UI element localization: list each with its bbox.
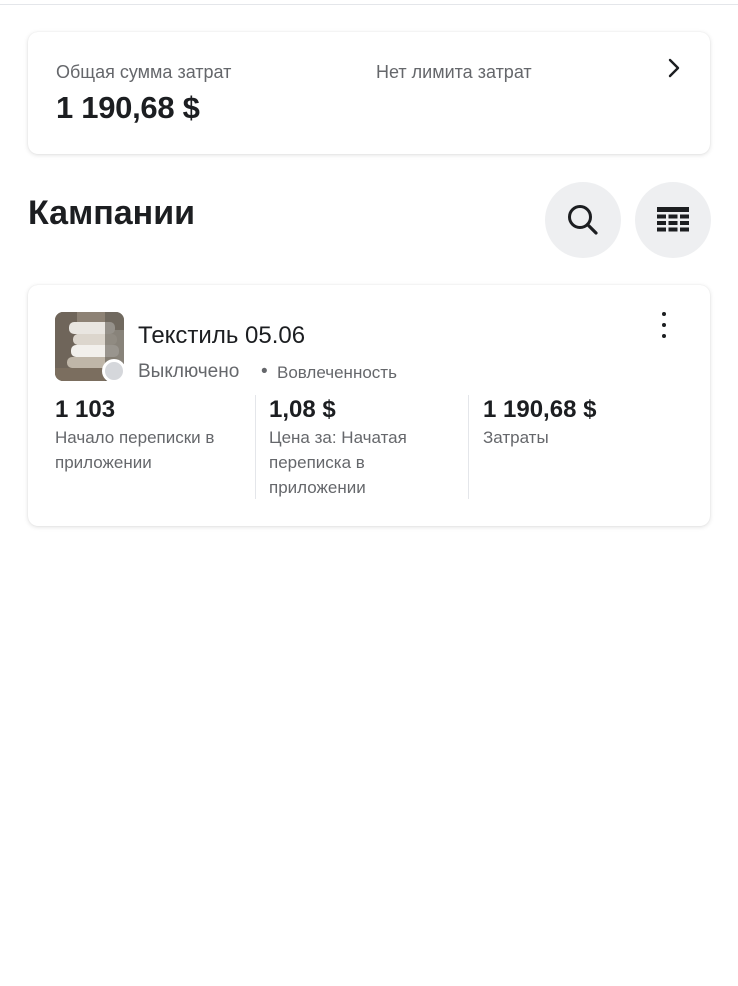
metric-value: 1 190,68 $ [483,396,597,423]
search-icon [568,205,598,235]
campaign-card[interactable]: Текстиль 05.06 Выключено • Вовлеченность… [28,285,710,526]
metric-divider [468,395,469,499]
search-button[interactable] [545,182,621,258]
metric-label: Цена за: Начатая переписка в приложении [269,428,407,497]
metric-value: 1,08 $ [269,396,336,423]
more-options-icon[interactable] [654,312,674,338]
spend-summary-card[interactable]: Общая сумма затрат 1 190,68 $ Нет лимита… [28,32,710,154]
total-spend-label: Общая сумма затрат [56,62,232,82]
metric-label: Затраты [483,428,549,447]
metric-value: 1 103 [55,396,116,423]
campaign-objective: Вовлеченность [277,363,397,382]
campaign-name[interactable]: Текстиль 05.06 [138,322,305,350]
metric-conversations: 1 103 Начало переписки в приложении [55,395,251,475]
status-indicator [102,359,126,383]
metric-divider [255,395,256,499]
chevron-right-icon[interactable] [666,58,682,78]
top-divider [0,0,738,5]
table-icon [657,207,689,232]
spend-limit-label: Нет лимита затрат [376,62,532,82]
campaign-status: Выключено [138,361,240,382]
columns-table-button[interactable] [635,182,711,258]
metric-spend: 1 190,68 $ Затраты [483,395,679,450]
status-separator: • [261,361,268,382]
metric-cost-per-result: 1,08 $ Цена за: Начатая переписка в прил… [269,395,465,500]
total-spend-amount: 1 190,68 $ [56,90,200,125]
metric-label: Начало переписки в приложении [55,428,215,472]
campaigns-title: Кампании [28,194,196,232]
